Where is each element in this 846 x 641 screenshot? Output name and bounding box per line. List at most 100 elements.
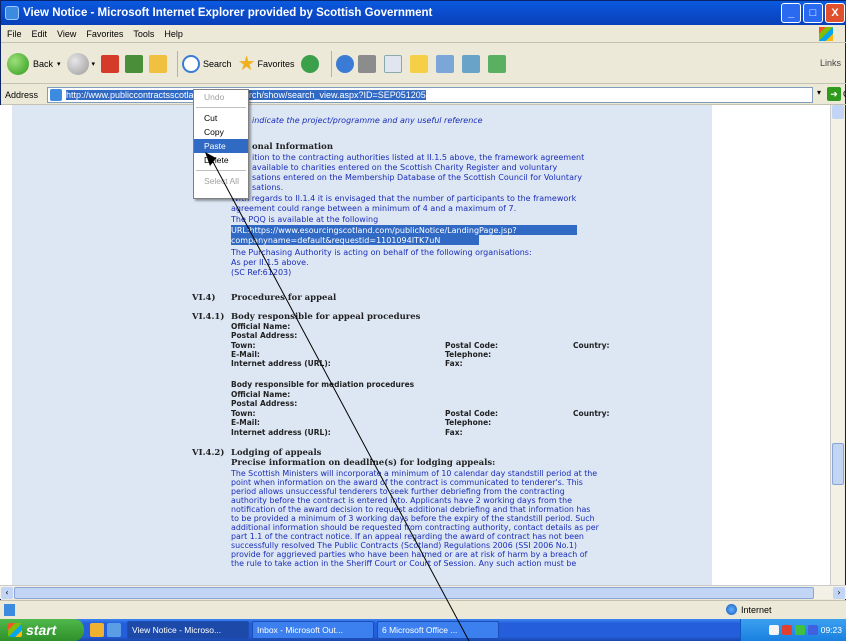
refresh-icon[interactable] [125, 54, 144, 73]
stop-icon[interactable] [101, 54, 120, 73]
menu-tools[interactable]: Tools [133, 29, 154, 39]
pqq-url-line2[interactable]: companyname=default&requestid=1101094ITK… [231, 236, 440, 245]
notice-document: indicate the project/programme and any u… [12, 105, 712, 585]
official-name-label: Official Name: [231, 322, 290, 331]
favorites-button[interactable]: ★ Favorites [238, 54, 295, 74]
menu-item-cut[interactable]: Cut [194, 111, 248, 125]
chevron-down-icon[interactable]: ▾ [813, 88, 825, 102]
menu-item-undo[interactable]: Undo [194, 90, 248, 104]
address-label: Address [5, 89, 39, 100]
appeal-text-4: notification of the award decision to re… [231, 505, 590, 514]
folder-icon[interactable] [409, 54, 428, 73]
maximize-button[interactable]: □ [803, 3, 823, 23]
menu-item-delete[interactable]: Delete [194, 153, 248, 167]
page-content[interactable]: indicate the project/programme and any u… [0, 105, 832, 585]
email-label-2: E-Mail: [231, 418, 260, 427]
scroll-up-arrow[interactable] [832, 105, 844, 119]
print-icon[interactable] [357, 54, 376, 73]
fax-label-2: Fax: [445, 428, 463, 437]
menu-item-paste[interactable]: Paste [194, 139, 248, 153]
additional-text-3: sations. [252, 183, 283, 192]
additional-text-1: available to charities entered on the Sc… [252, 163, 558, 172]
menu-item-select-all[interactable]: Select All [194, 174, 248, 188]
search-icon [182, 54, 201, 73]
horizontal-scrollbar[interactable]: ‹ › [0, 585, 846, 599]
menu-bar: File Edit View Favorites Tools Help [1, 25, 846, 43]
context-menu: Undo Cut Copy Paste Delete Select All [193, 89, 249, 199]
ie-icon [5, 6, 19, 20]
menu-help[interactable]: Help [164, 29, 183, 39]
telephone-label-2: Telephone: [445, 418, 491, 427]
internet-address-label: Internet address (URL): [231, 359, 331, 368]
clock: 09:23 [820, 625, 842, 635]
search-button[interactable]: Search [182, 54, 232, 73]
forward-button[interactable]: ▾ [66, 52, 96, 75]
postal-code-label: Postal Code: [445, 341, 498, 350]
tray-icon[interactable] [768, 625, 779, 635]
pqq-url-line1[interactable]: URL:https://www.esourcingscotland.com/pu… [231, 226, 517, 235]
task-office[interactable]: 6 Microsoft Office ... [377, 621, 499, 639]
menu-favorites[interactable]: Favorites [86, 29, 123, 39]
appeal-text-9: provide for aggrieved parties who have b… [231, 550, 588, 559]
tray-icon[interactable] [807, 625, 818, 635]
section-vi4-number: VI.4) [191, 292, 215, 303]
page-icon [50, 89, 62, 101]
menu-edit[interactable]: Edit [32, 29, 48, 39]
menu-item-copy[interactable]: Copy [194, 125, 248, 139]
appeal-text-2: period allows unsuccessful tenderers to … [231, 487, 565, 496]
tray-icon[interactable] [781, 625, 792, 635]
menu-file[interactable]: File [7, 29, 22, 39]
address-input[interactable]: http://www.publiccontractsscotland.gov.u… [47, 87, 813, 103]
fax-label: Fax: [445, 359, 463, 368]
ie-quicklaunch-icon[interactable] [107, 623, 121, 637]
separator [177, 50, 179, 77]
scroll-right-arrow[interactable]: › [833, 587, 845, 599]
edit-icon[interactable] [383, 54, 402, 73]
close-button[interactable]: X [825, 3, 845, 23]
tray-icon[interactable] [794, 625, 805, 635]
messenger-icon[interactable] [435, 54, 454, 73]
line-top: indicate the project/programme and any u… [252, 116, 483, 125]
chevron-down-icon: ▾ [91, 60, 96, 68]
people-icon[interactable] [487, 54, 506, 73]
scroll-left-arrow[interactable]: ‹ [1, 587, 13, 599]
vertical-scroll-thumb[interactable] [832, 443, 844, 485]
research-icon[interactable] [461, 54, 480, 73]
menu-divider [196, 170, 246, 171]
additional-text-0: ition to the contracting authorities lis… [252, 153, 584, 162]
back-button[interactable]: Back ▾ [7, 52, 61, 75]
go-button[interactable]: ➜ Go [827, 87, 846, 101]
home-icon[interactable] [149, 54, 168, 73]
telephone-label: Telephone: [445, 350, 491, 359]
quick-launch [90, 623, 121, 637]
menu-divider [196, 107, 246, 108]
search-label: Search [203, 58, 232, 69]
start-label: start [26, 622, 57, 638]
outlook-quicklaunch-icon[interactable] [90, 623, 104, 637]
vertical-scrollbar[interactable] [830, 105, 844, 585]
additional-info-heading: onal Information [252, 142, 333, 152]
additional-text-2: sations entered on the Membership Databa… [252, 173, 582, 182]
start-button[interactable]: start [0, 619, 84, 641]
town-label-2: Town: [231, 409, 256, 418]
appeal-text-6: additional information should be request… [231, 523, 600, 532]
page-status-icon [4, 604, 15, 616]
appeal-text-1: point when information on the award of t… [231, 478, 583, 487]
windows-flag-icon [8, 623, 22, 637]
links-button[interactable]: Links [820, 58, 841, 68]
email-label: E-Mail: [231, 350, 260, 359]
system-tray: 09:23 [740, 619, 846, 641]
appeal-text-7: part 1.1 of the contract notice. If an a… [231, 532, 584, 541]
menu-view[interactable]: View [57, 29, 76, 39]
minimize-button[interactable]: _ [781, 3, 801, 23]
purchasing-text-2: (SC Ref:61203) [231, 268, 291, 277]
mail-icon[interactable] [335, 54, 354, 73]
globe-icon [726, 604, 737, 615]
history-icon[interactable] [300, 54, 319, 73]
task-inbox[interactable]: Inbox - Microsoft Out... [252, 621, 374, 639]
horizontal-scroll-thumb[interactable] [14, 587, 814, 599]
section-vi4-title: Procedures for appeal [231, 293, 337, 303]
title-bar[interactable]: View Notice - Microsoft Internet Explore… [1, 1, 846, 25]
task-view-notice[interactable]: View Notice - Microso... [127, 621, 249, 639]
postal-address-label-2: Postal Address: [231, 399, 297, 408]
